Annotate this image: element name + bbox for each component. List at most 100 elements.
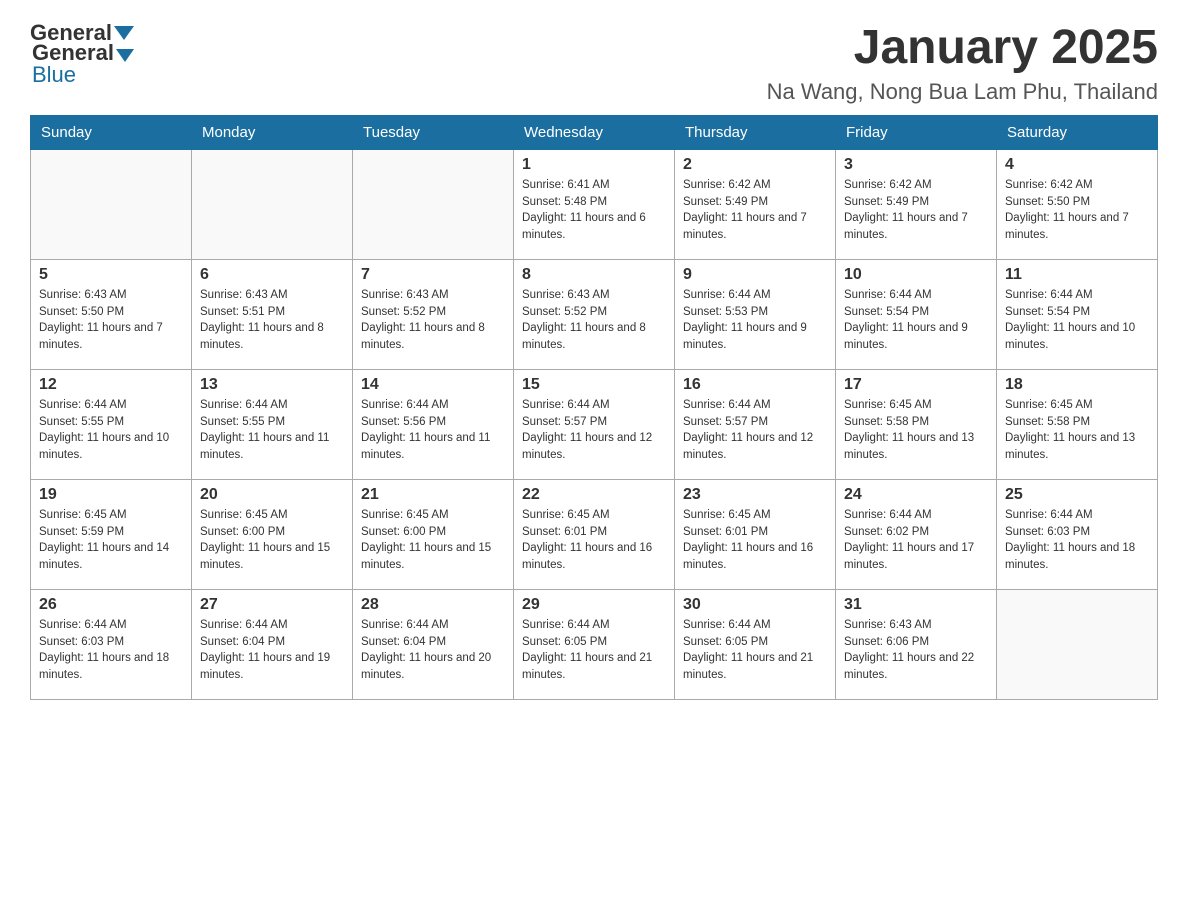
month-title: January 2025 bbox=[767, 20, 1158, 75]
day-number: 7 bbox=[361, 266, 505, 284]
week-row-2: 12 Sunrise: 6:44 AMSunset: 5:55 PMDayligh… bbox=[31, 370, 1158, 480]
day-number: 16 bbox=[683, 376, 827, 394]
calendar-cell: 15 Sunrise: 6:44 AMSunset: 5:57 PMDayligh… bbox=[514, 370, 675, 480]
logo-arrow-icon2 bbox=[116, 49, 134, 62]
day-info: Sunrise: 6:45 AMSunset: 6:00 PMDaylight:… bbox=[361, 507, 505, 574]
calendar-cell: 14Sunrise: 6:44 AMSunset: 5:56 PMDayligh… bbox=[353, 370, 514, 480]
calendar-cell: 27Sunrise: 6:44 AMSunset: 6:04 PMDayligh… bbox=[192, 590, 353, 700]
day-info: Sunrise: 6:44 AMSunset: 5:57 PMDaylight:… bbox=[522, 397, 666, 464]
day-number: 31 bbox=[844, 596, 988, 614]
day-number: 13 bbox=[200, 376, 344, 394]
calendar-cell: 25 Sunrise: 6:44 AMSunset: 6:03 PMDayligh… bbox=[997, 480, 1158, 590]
day-info: Sunrise: 6:43 AMSunset: 6:06 PMDaylight:… bbox=[844, 617, 988, 684]
calendar-cell: 18 Sunrise: 6:45 AMSunset: 5:58 PMDayligh… bbox=[997, 370, 1158, 480]
header-tuesday: Tuesday bbox=[353, 116, 514, 150]
header-wednesday: Wednesday bbox=[514, 116, 675, 150]
day-number: 20 bbox=[200, 486, 344, 504]
day-info: Sunrise: 6:41 AMSunset: 5:48 PMDaylight:… bbox=[522, 177, 666, 244]
calendar-cell: 1 Sunrise: 6:41 AMSunset: 5:48 PMDaylight… bbox=[514, 150, 675, 260]
day-info: Sunrise: 6:44 AMSunset: 6:02 PMDaylight:… bbox=[844, 507, 988, 574]
day-number: 23 bbox=[683, 486, 827, 504]
day-info: Sunrise: 6:44 AMSunset: 5:53 PMDaylight:… bbox=[683, 287, 827, 354]
day-info: Sunrise: 6:44 AMSunset: 6:04 PMDaylight:… bbox=[200, 617, 344, 684]
week-row-3: 19 Sunrise: 6:45 AMSunset: 5:59 PMDayligh… bbox=[31, 480, 1158, 590]
day-info: Sunrise: 6:44 AMSunset: 6:03 PMDaylight:… bbox=[1005, 507, 1149, 574]
calendar-cell: 21Sunrise: 6:45 AMSunset: 6:00 PMDayligh… bbox=[353, 480, 514, 590]
day-number: 28 bbox=[361, 596, 505, 614]
day-number: 2 bbox=[683, 156, 827, 174]
calendar-cell: 22 Sunrise: 6:45 AMSunset: 6:01 PMDayligh… bbox=[514, 480, 675, 590]
day-info: Sunrise: 6:42 AMSunset: 5:50 PMDaylight:… bbox=[1005, 177, 1149, 244]
calendar-cell: 5 Sunrise: 6:43 AMSunset: 5:50 PMDaylight… bbox=[31, 260, 192, 370]
calendar-cell: 20 Sunrise: 6:45 AMSunset: 6:00 PMDayligh… bbox=[192, 480, 353, 590]
day-info: Sunrise: 6:44 AMSunset: 5:55 PMDaylight:… bbox=[39, 397, 183, 464]
day-number: 15 bbox=[522, 376, 666, 394]
day-info: Sunrise: 6:45 AMSunset: 6:01 PMDaylight:… bbox=[683, 507, 827, 574]
header-friday: Friday bbox=[836, 116, 997, 150]
calendar-cell: 9Sunrise: 6:44 AMSunset: 5:53 PMDaylight… bbox=[675, 260, 836, 370]
week-row-1: 5 Sunrise: 6:43 AMSunset: 5:50 PMDaylight… bbox=[31, 260, 1158, 370]
calendar-cell bbox=[192, 150, 353, 260]
day-number: 18 bbox=[1005, 376, 1149, 394]
calendar-cell bbox=[997, 590, 1158, 700]
calendar-cell: 12 Sunrise: 6:44 AMSunset: 5:55 PMDayligh… bbox=[31, 370, 192, 480]
day-number: 17 bbox=[844, 376, 988, 394]
calendar-cell: 2 Sunrise: 6:42 AMSunset: 5:49 PMDaylight… bbox=[675, 150, 836, 260]
calendar-cell: 7 Sunrise: 6:43 AMSunset: 5:52 PMDaylight… bbox=[353, 260, 514, 370]
calendar-cell bbox=[353, 150, 514, 260]
calendar-cell: 28 Sunrise: 6:44 AMSunset: 6:04 PMDayligh… bbox=[353, 590, 514, 700]
day-info: Sunrise: 6:44 AMSunset: 6:04 PMDaylight:… bbox=[361, 617, 505, 684]
day-info: Sunrise: 6:42 AMSunset: 5:49 PMDaylight:… bbox=[844, 177, 988, 244]
logo-blue-text: Blue bbox=[32, 62, 76, 87]
day-info: Sunrise: 6:44 AMSunset: 5:56 PMDaylight:… bbox=[361, 397, 505, 464]
calendar-cell: 16Sunrise: 6:44 AMSunset: 5:57 PMDayligh… bbox=[675, 370, 836, 480]
day-info: Sunrise: 6:45 AMSunset: 5:58 PMDaylight:… bbox=[844, 397, 988, 464]
calendar-cell: 29 Sunrise: 6:44 AMSunset: 6:05 PMDayligh… bbox=[514, 590, 675, 700]
day-info: Sunrise: 6:45 AMSunset: 6:01 PMDaylight:… bbox=[522, 507, 666, 574]
day-info: Sunrise: 6:45 AMSunset: 6:00 PMDaylight:… bbox=[200, 507, 344, 574]
day-number: 4 bbox=[1005, 156, 1149, 174]
header-saturday: Saturday bbox=[997, 116, 1158, 150]
calendar-cell: 23 Sunrise: 6:45 AMSunset: 6:01 PMDayligh… bbox=[675, 480, 836, 590]
day-info: Sunrise: 6:44 AMSunset: 6:05 PMDaylight:… bbox=[522, 617, 666, 684]
day-number: 5 bbox=[39, 266, 183, 284]
day-info: Sunrise: 6:43 AMSunset: 5:50 PMDaylight:… bbox=[39, 287, 183, 354]
day-number: 10 bbox=[844, 266, 988, 284]
day-info: Sunrise: 6:45 AMSunset: 5:59 PMDaylight:… bbox=[39, 507, 183, 574]
day-info: Sunrise: 6:44 AMSunset: 6:03 PMDaylight:… bbox=[39, 617, 183, 684]
logo: General General Blue bbox=[30, 20, 136, 88]
day-number: 19 bbox=[39, 486, 183, 504]
day-info: Sunrise: 6:45 AMSunset: 5:58 PMDaylight:… bbox=[1005, 397, 1149, 464]
calendar-cell: 13 Sunrise: 6:44 AMSunset: 5:55 PMDayligh… bbox=[192, 370, 353, 480]
day-number: 26 bbox=[39, 596, 183, 614]
day-info: Sunrise: 6:44 AMSunset: 5:55 PMDaylight:… bbox=[200, 397, 344, 464]
calendar-cell: 10Sunrise: 6:44 AMSunset: 5:54 PMDayligh… bbox=[836, 260, 997, 370]
day-info: Sunrise: 6:42 AMSunset: 5:49 PMDaylight:… bbox=[683, 177, 827, 244]
calendar-cell: 8Sunrise: 6:43 AMSunset: 5:52 PMDaylight… bbox=[514, 260, 675, 370]
calendar-header-row: SundayMondayTuesdayWednesdayThursdayFrid… bbox=[31, 116, 1158, 150]
day-number: 29 bbox=[522, 596, 666, 614]
page-header: General General Blue January 2025 Na Wan… bbox=[30, 20, 1158, 105]
day-info: Sunrise: 6:44 AMSunset: 5:54 PMDaylight:… bbox=[1005, 287, 1149, 354]
day-number: 24 bbox=[844, 486, 988, 504]
calendar-cell: 30Sunrise: 6:44 AMSunset: 6:05 PMDayligh… bbox=[675, 590, 836, 700]
day-number: 22 bbox=[522, 486, 666, 504]
calendar-cell bbox=[31, 150, 192, 260]
day-number: 6 bbox=[200, 266, 344, 284]
day-info: Sunrise: 6:43 AMSunset: 5:51 PMDaylight:… bbox=[200, 287, 344, 354]
calendar-cell: 6 Sunrise: 6:43 AMSunset: 5:51 PMDaylight… bbox=[192, 260, 353, 370]
calendar-cell: 3Sunrise: 6:42 AMSunset: 5:49 PMDaylight… bbox=[836, 150, 997, 260]
header-thursday: Thursday bbox=[675, 116, 836, 150]
day-info: Sunrise: 6:43 AMSunset: 5:52 PMDaylight:… bbox=[522, 287, 666, 354]
calendar-cell: 26 Sunrise: 6:44 AMSunset: 6:03 PMDayligh… bbox=[31, 590, 192, 700]
calendar-cell: 24 Sunrise: 6:44 AMSunset: 6:02 PMDayligh… bbox=[836, 480, 997, 590]
day-number: 12 bbox=[39, 376, 183, 394]
day-info: Sunrise: 6:43 AMSunset: 5:52 PMDaylight:… bbox=[361, 287, 505, 354]
day-number: 25 bbox=[1005, 486, 1149, 504]
week-row-4: 26 Sunrise: 6:44 AMSunset: 6:03 PMDayligh… bbox=[31, 590, 1158, 700]
day-number: 1 bbox=[522, 156, 666, 174]
logo-arrow-icon bbox=[114, 26, 134, 40]
title-section: January 2025 Na Wang, Nong Bua Lam Phu, … bbox=[767, 20, 1158, 105]
calendar-cell: 17 Sunrise: 6:45 AMSunset: 5:58 PMDayligh… bbox=[836, 370, 997, 480]
day-number: 11 bbox=[1005, 266, 1149, 284]
